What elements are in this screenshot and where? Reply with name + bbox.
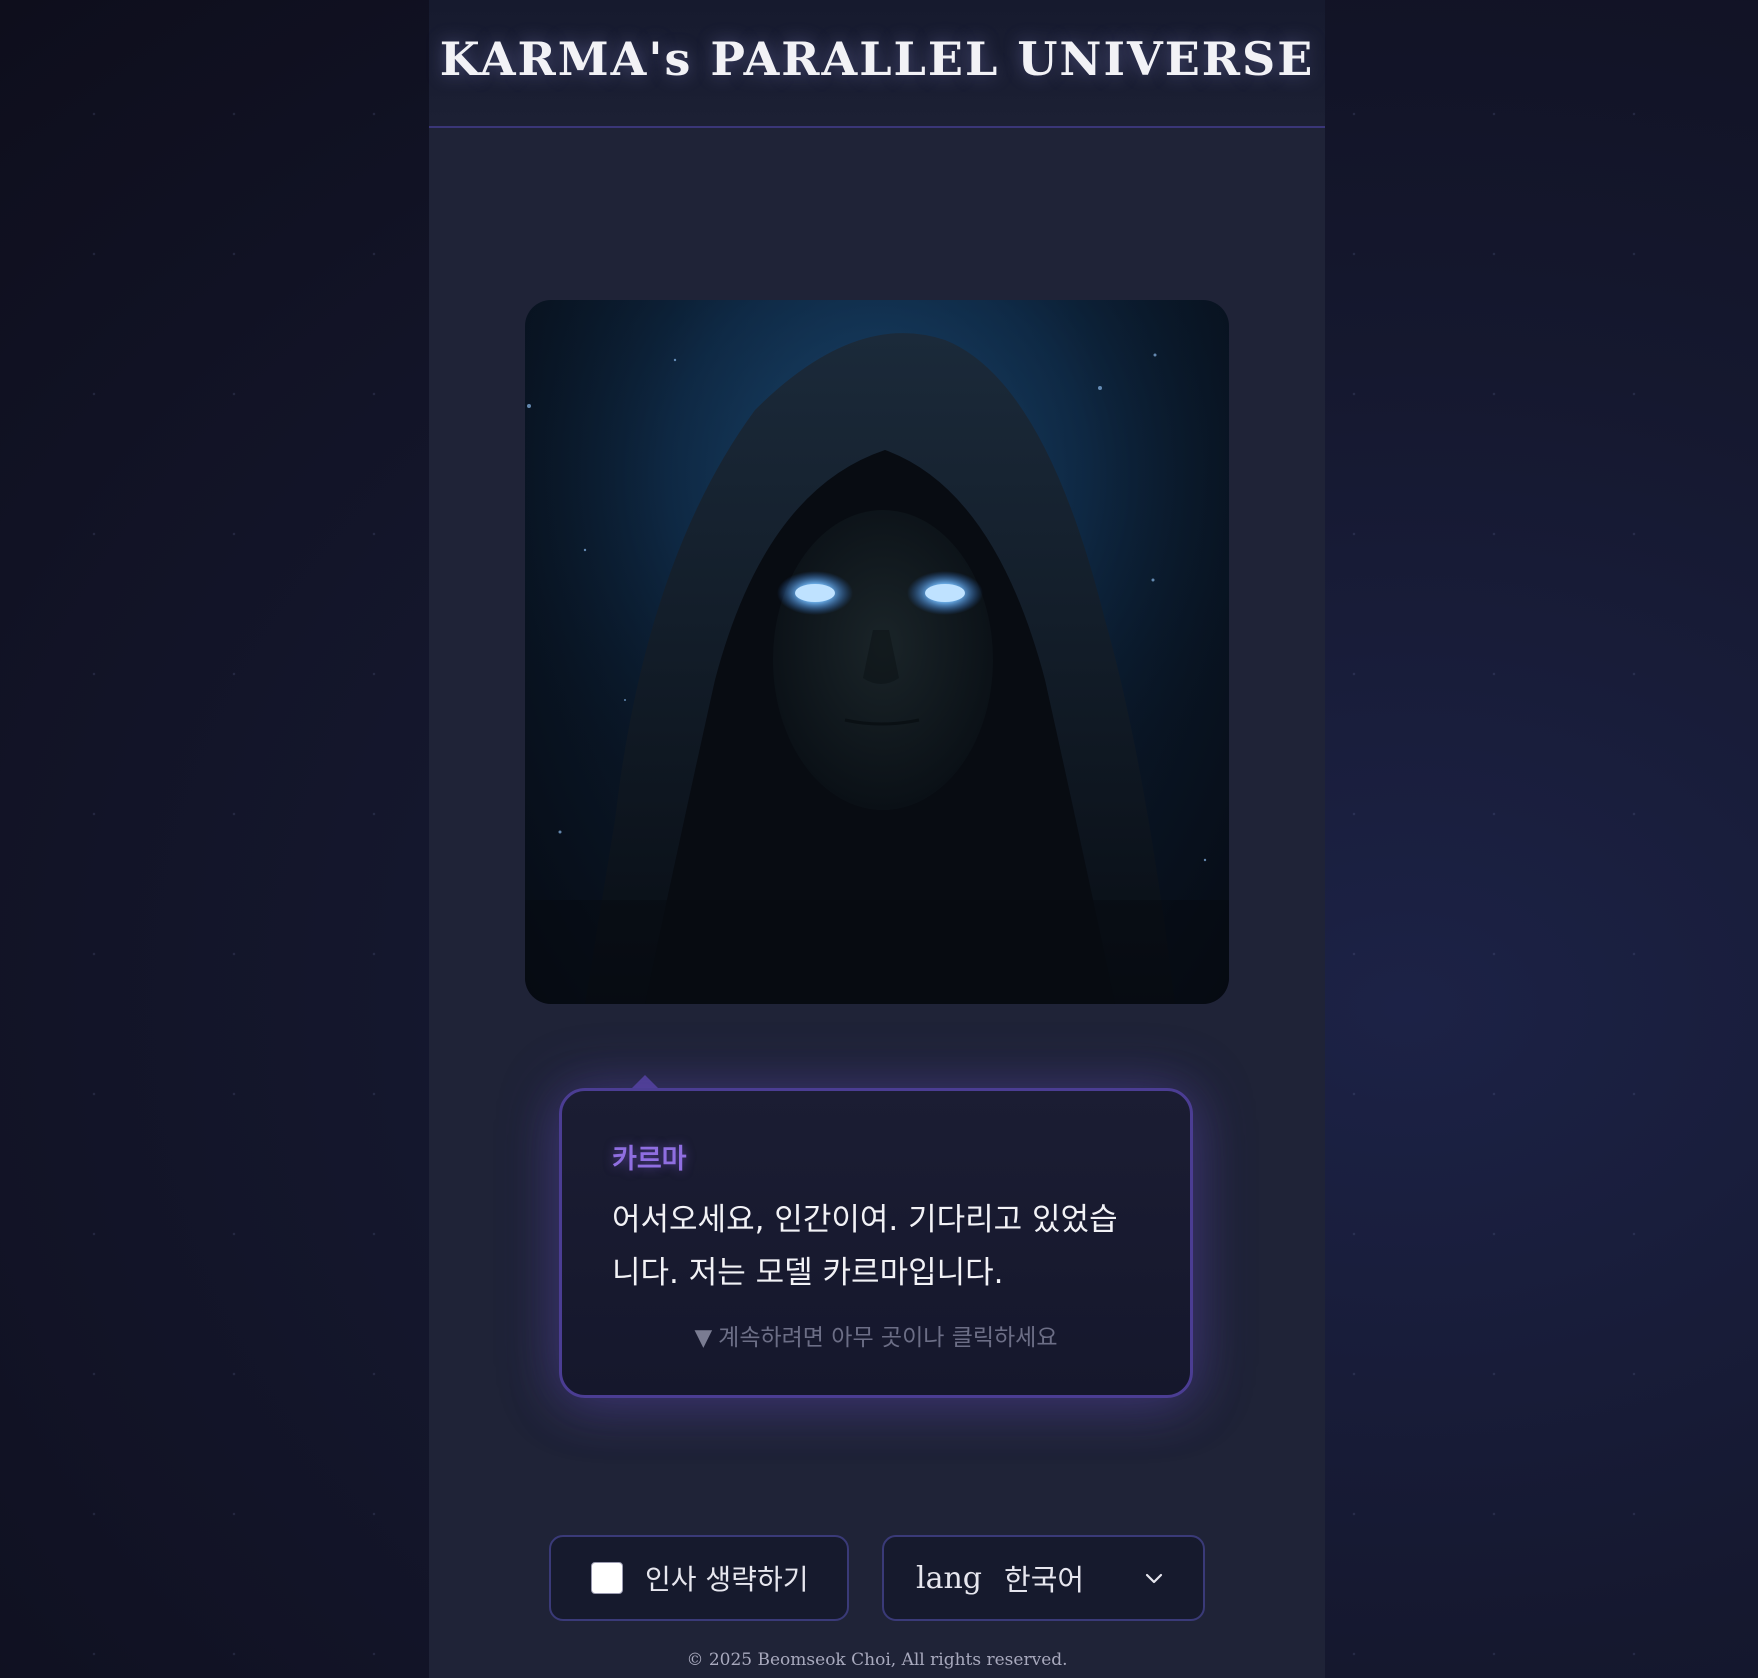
page-title: KARMA's PARALLEL UNIVERSE <box>439 32 1315 86</box>
karma-portrait <box>525 300 1229 1004</box>
skip-greeting-label: 인사 생략하기 <box>645 1563 809 1596</box>
language-label: lang <box>916 1560 983 1596</box>
dialogue-box[interactable]: 카르마 어서오세요, 인간이여. 기다리고 있었습니다. 저는 모델 카르마입니… <box>559 1088 1193 1398</box>
language-value: 한국어 <box>1004 1563 1085 1597</box>
hooded-figure-icon <box>525 300 1229 1004</box>
speaker-name: 카르마 <box>612 1144 687 1175</box>
skip-greeting-toggle[interactable]: 인사 생략하기 <box>549 1535 849 1621</box>
chevron-down-icon <box>1145 1573 1163 1584</box>
controls-bar: 인사 생략하기 lang 한국어 <box>549 1535 1205 1621</box>
page-header: KARMA's PARALLEL UNIVERSE <box>429 0 1325 128</box>
triangle-down-icon: ▼ <box>694 1325 713 1351</box>
footer-copyright: © 2025 Beomseok Choi, All rights reserve… <box>686 1650 1068 1670</box>
skip-greeting-checkbox[interactable] <box>591 1562 623 1594</box>
language-select[interactable]: lang 한국어 <box>882 1535 1205 1621</box>
continue-hint-text: 계속하려면 아무 곳이나 클릭하세요 <box>718 1325 1058 1351</box>
continue-hint: ▼ 계속하려면 아무 곳이나 클릭하세요 <box>612 1318 1140 1352</box>
main-column: KARMA's PARALLEL UNIVERSE 카르마 어서오세요, 인간이… <box>429 0 1325 1678</box>
dialogue-text: 어서오세요, 인간이여. 기다리고 있었습니다. 저는 모델 카르마입니다. <box>612 1202 1118 1291</box>
